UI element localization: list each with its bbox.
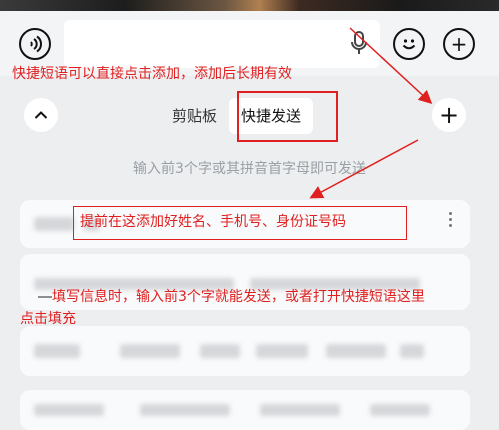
emoji-button[interactable] <box>393 28 425 60</box>
blurred-text <box>34 404 104 416</box>
voice-button[interactable] <box>19 28 51 60</box>
annotation-highlight-tab <box>237 91 338 142</box>
annotation-bottom-line2: 点击填充 <box>20 311 76 327</box>
add-phrase-button[interactable]: + <box>432 98 466 132</box>
plus-button[interactable]: + <box>443 28 475 60</box>
add-icon: + <box>438 101 460 129</box>
blurred-text <box>370 404 430 416</box>
emoji-icon <box>402 39 416 50</box>
input-hint: 输入前3个字或其拼音首字母即可发送 <box>133 161 366 177</box>
collapse-button[interactable] <box>24 98 58 132</box>
video-preview-strip <box>0 0 499 11</box>
blurred-text <box>120 344 180 358</box>
blurred-text <box>200 344 240 358</box>
blurred-text <box>326 344 386 358</box>
blurred-text <box>400 344 424 358</box>
microphone-icon[interactable] <box>351 31 367 55</box>
phrase-row[interactable] <box>20 326 470 376</box>
blurred-text <box>34 217 74 231</box>
annotation-box-text: 提前在这添加好姓名、手机号、身份证号码 <box>80 214 346 230</box>
more-vertical-icon[interactable] <box>449 212 452 227</box>
voice-wave-icon <box>30 35 43 53</box>
annotation-top: 快捷短语可以直接点击添加，添加后长期有效 <box>12 66 292 82</box>
blurred-text <box>260 404 340 416</box>
chevron-up-icon <box>34 111 48 119</box>
blurred-text <box>34 344 80 358</box>
message-input[interactable] <box>64 20 380 68</box>
annotation-bottom-line1: 填写信息时，输入前3个字就能发送，或者打开快捷短语这里 <box>52 289 425 305</box>
tab-clipboard[interactable]: 剪贴板 <box>160 98 229 134</box>
phrase-row[interactable] <box>20 390 470 430</box>
plus-icon: + <box>450 32 468 56</box>
blurred-text <box>140 404 230 416</box>
blurred-text <box>256 344 308 358</box>
